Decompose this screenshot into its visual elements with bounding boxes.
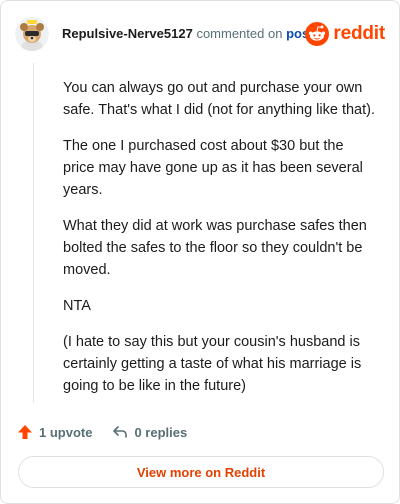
thread-line — [33, 63, 34, 403]
comment-paragraph-4: NTA — [63, 298, 91, 314]
view-more-button[interactable]: View more on Reddit — [18, 456, 384, 488]
upvote-arrow-icon — [18, 425, 32, 439]
reddit-wordmark: reddit — [333, 23, 385, 44]
replies-count: 0 replies — [134, 424, 188, 440]
comment-body: You can always go out and purchase your … — [63, 77, 375, 411]
username-link[interactable]: Repulsive-Nerve5127 — [62, 26, 193, 41]
comment-byline: Repulsive-Nerve5127 commented on post — [62, 26, 314, 42]
reddit-snoo-icon — [305, 22, 330, 46]
comment-paragraph-5: (I hate to say this but your cousin's hu… — [63, 334, 362, 394]
comment-paragraph-2: The one I purchased cost about $30 but t… — [63, 138, 363, 198]
comment-embed-card: Repulsive-Nerve5127 commented on post re… — [0, 0, 400, 504]
comment-header: Repulsive-Nerve5127 commented on post re… — [15, 17, 385, 51]
user-avatar[interactable] — [15, 17, 49, 51]
upvote-button[interactable]: 1 upvote — [17, 424, 92, 440]
comment-paragraph-3: What they did at work was purchase safes… — [63, 218, 367, 278]
reply-arrow-icon — [113, 426, 128, 438]
upvote-count: 1 upvote — [39, 424, 93, 440]
comment-paragraph-1: You can always go out and purchase your … — [63, 80, 375, 118]
byline-action-text: commented on — [196, 26, 283, 41]
reddit-logo[interactable]: reddit — [305, 21, 385, 47]
replies-button[interactable]: 0 replies — [112, 424, 187, 440]
comment-actions: 1 upvote 0 replies — [17, 422, 187, 442]
